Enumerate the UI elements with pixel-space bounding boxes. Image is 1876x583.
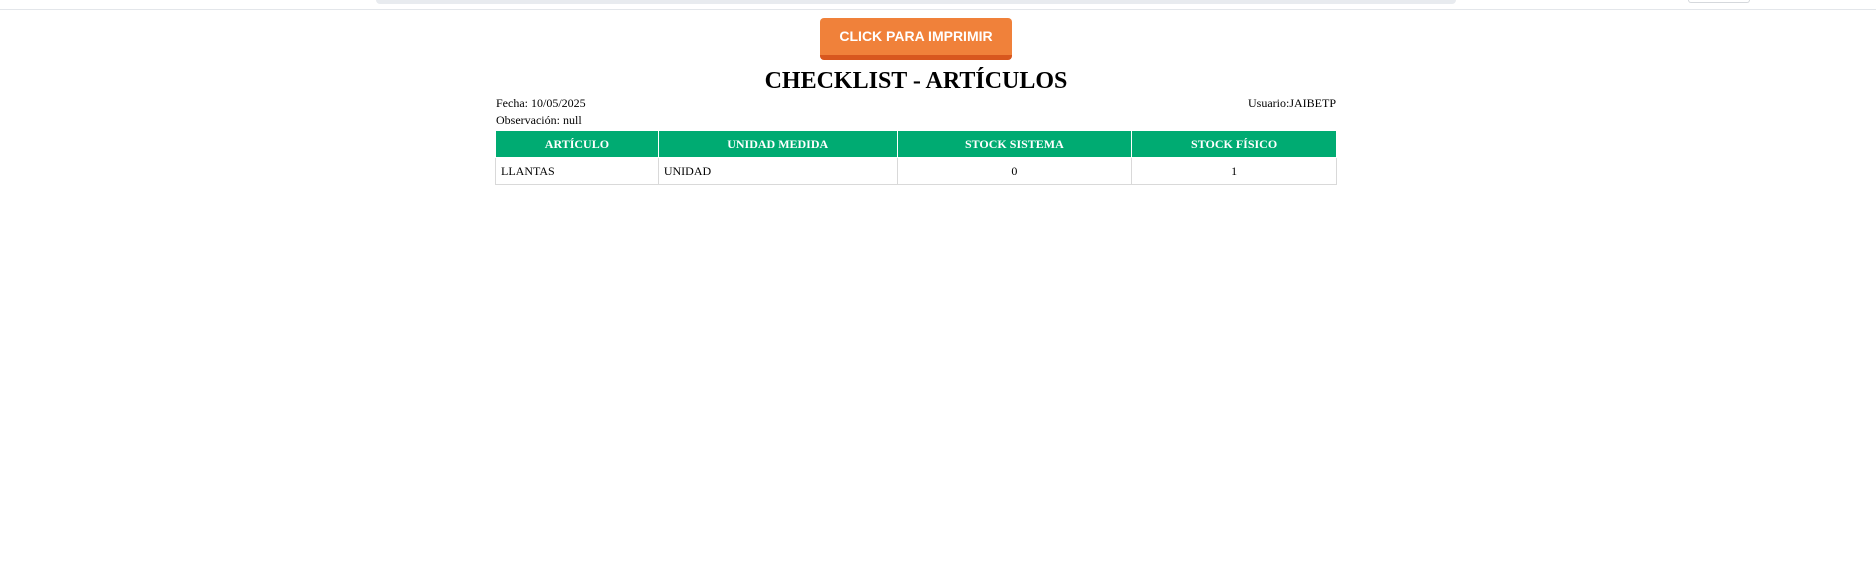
page-title: CHECKLIST - ARTÍCULOS [764, 68, 1068, 94]
column-header-unidad-medida: UNIDAD MEDIDA [657, 130, 898, 158]
cell-stock-sistema: 0 [896, 157, 1133, 185]
cell-stock-fisico: 1 [1131, 157, 1337, 185]
observation-label: Observación: null [496, 113, 582, 127]
cell-unidad-medida: UNIDAD [657, 157, 898, 185]
toolbar-button[interactable] [1688, 0, 1750, 3]
column-header-articulo: ARTÍCULO [495, 130, 659, 158]
date-label: Fecha: 10/05/2025 [496, 96, 586, 110]
cell-articulo: LLANTAS [495, 157, 659, 185]
user-label: Usuario:JAIBETP [1248, 96, 1336, 110]
print-button[interactable]: CLICK PARA IMPRIMIR [820, 18, 1012, 60]
table-header-row: ARTÍCULO UNIDAD MEDIDA STOCK SISTEMA STO… [495, 130, 1337, 158]
column-header-stock-sistema: STOCK SISTEMA [896, 130, 1133, 158]
address-bar[interactable] [376, 0, 1456, 4]
articles-table: ARTÍCULO UNIDAD MEDIDA STOCK SISTEMA STO… [495, 130, 1337, 185]
table-row: LLANTAS UNIDAD 0 1 [495, 157, 1337, 185]
column-header-stock-fisico: STOCK FÍSICO [1131, 130, 1337, 158]
browser-top-strip [0, 0, 1876, 10]
